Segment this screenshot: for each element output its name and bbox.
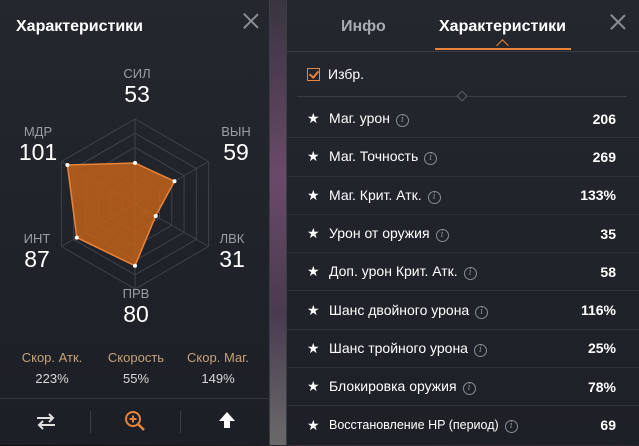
- stat-row-name: Маг. Точность i: [329, 148, 438, 166]
- stat-row[interactable]: ★ Шанс двойного урона i 116%: [287, 291, 639, 330]
- stat-row[interactable]: ★ Доп. урон Крит. Атк. i 58: [287, 253, 639, 292]
- radar-vertex-dot: [133, 161, 137, 165]
- stat-int-value: 87: [24, 246, 50, 272]
- star-icon[interactable]: ★: [307, 378, 320, 395]
- background-scene: [268, 0, 288, 445]
- star-icon[interactable]: ★: [307, 187, 320, 204]
- star-icon[interactable]: ★: [307, 302, 320, 319]
- stat-sil-label: СИЛ: [123, 66, 151, 81]
- stat-row-value: 206: [592, 110, 616, 127]
- stat-vyn-label: ВЫН: [221, 124, 251, 139]
- secondary-stat-name: Скор. Атк.: [21, 350, 83, 365]
- toolbar-divider: [180, 411, 181, 433]
- info-icon[interactable]: i: [462, 382, 476, 396]
- star-icon[interactable]: ★: [307, 340, 320, 357]
- secondary-stat-attack-speed: Скор. Атк. 223%: [7, 350, 97, 386]
- stat-row[interactable]: ★ Маг. Крит. Атк. i 133%: [287, 177, 639, 215]
- stat-row[interactable]: ★ Маг. Точность i 269: [287, 138, 639, 177]
- favorites-checkbox[interactable]: [307, 67, 320, 81]
- info-icon[interactable]: i: [424, 152, 438, 166]
- stat-row-name: Урон от оружия i: [329, 225, 449, 243]
- panel-title: Характеристики: [16, 18, 144, 35]
- upload-arrow-icon[interactable]: [215, 409, 239, 433]
- stat-row-name: Шанс тройного урона i: [329, 340, 487, 357]
- stat-vyn-value: 59: [223, 139, 249, 165]
- radar-vertex-dot: [153, 214, 158, 218]
- radar-vertex-dot: [74, 235, 79, 240]
- stat-row-value: 69: [600, 417, 616, 434]
- stat-row-name: Шанс двойного урона i: [329, 302, 489, 319]
- favorites-toggle[interactable]: Избр.: [307, 66, 364, 82]
- stats-list: ★ Маг. урон i 206 ★ Маг. Точность i 269 ★ …: [287, 100, 639, 444]
- radar-polygon: [66, 162, 176, 267]
- close-icon[interactable]: [242, 12, 260, 30]
- stat-row[interactable]: ★ Маг. урон i 206: [287, 100, 639, 139]
- stat-lvk-label: ЛВК: [219, 231, 245, 246]
- info-icon[interactable]: i: [427, 190, 441, 204]
- stat-row-value: 35: [600, 225, 616, 242]
- info-icon[interactable]: i: [435, 229, 449, 243]
- stat-row-name: Маг. урон i: [329, 110, 409, 128]
- info-icon[interactable]: i: [504, 419, 518, 433]
- star-icon[interactable]: ★: [307, 263, 320, 280]
- secondary-stat-move-speed: Скорость 55%: [91, 350, 181, 386]
- secondary-stat-name: Скорость: [107, 350, 165, 365]
- stat-row-value: 58: [600, 263, 616, 280]
- secondary-stat-name: Скор. Маг.: [187, 350, 249, 365]
- info-icon[interactable]: i: [473, 343, 487, 357]
- stat-row[interactable]: ★ Восстановление HP (период) i 69: [287, 406, 639, 443]
- info-icon[interactable]: i: [395, 114, 409, 128]
- zoom-in-icon[interactable]: [123, 409, 147, 433]
- secondary-stat-cast-speed: Скор. Маг. 149%: [173, 350, 263, 386]
- close-icon[interactable]: [609, 13, 627, 31]
- stat-row-name: Восстановление HP (период) i: [329, 418, 518, 433]
- stat-sil-value: 53: [124, 81, 150, 107]
- stat-row-name: Блокировка оружия i: [329, 378, 476, 396]
- swap-arrows-icon[interactable]: [34, 409, 58, 433]
- stat-row-value: 133%: [580, 187, 616, 204]
- stats-radar-panel: Характеристики СИЛ 53 ВЫН 59 ЛВК 31 ПРВ …: [0, 0, 270, 445]
- secondary-stat-value: 55%: [122, 371, 150, 386]
- star-icon[interactable]: ★: [307, 148, 320, 165]
- stat-row-value: 78%: [587, 378, 616, 395]
- stat-mdr-label: МДР: [23, 124, 53, 139]
- stat-row-value: 25%: [587, 340, 616, 357]
- character-stats-panel: Инфо Характеристики Избр. ★ Маг. урон i 2…: [286, 0, 639, 445]
- bottom-toolbar: [0, 398, 270, 446]
- star-icon[interactable]: ★: [307, 225, 320, 242]
- header-divider: [287, 51, 639, 52]
- favorites-label: Избр.: [328, 66, 365, 82]
- secondary-stat-value: 223%: [35, 371, 69, 386]
- stat-row-name: Доп. урон Крит. Атк. i: [329, 263, 477, 281]
- radar-vertex-dot: [133, 263, 137, 268]
- stat-row-value: 116%: [580, 302, 616, 319]
- star-icon[interactable]: ★: [307, 417, 320, 434]
- tab-characteristics[interactable]: Характеристики: [439, 18, 566, 36]
- stat-row[interactable]: ★ Урон от оружия i 35: [287, 215, 639, 254]
- toolbar-divider: [90, 411, 91, 433]
- stat-row-value: 269: [592, 148, 616, 165]
- stat-row[interactable]: ★ Шанс тройного урона i 25%: [287, 330, 639, 369]
- info-icon[interactable]: i: [475, 305, 489, 319]
- stat-prv-value: 80: [123, 301, 149, 327]
- stat-prv-label: ПРВ: [122, 286, 150, 301]
- stat-mdr-value: 101: [18, 139, 58, 165]
- stat-lvk-value: 31: [219, 246, 245, 272]
- radar-vertex-dot: [172, 179, 177, 184]
- star-icon[interactable]: ★: [307, 110, 320, 127]
- secondary-stat-value: 149%: [201, 371, 235, 386]
- stat-row[interactable]: ★ Блокировка оружия i 78%: [287, 368, 639, 407]
- stat-row-name: Маг. Крит. Атк. i: [329, 187, 441, 204]
- tab-info[interactable]: Инфо: [341, 18, 386, 36]
- stat-int-label: ИНТ: [23, 231, 51, 246]
- info-icon[interactable]: i: [463, 267, 477, 281]
